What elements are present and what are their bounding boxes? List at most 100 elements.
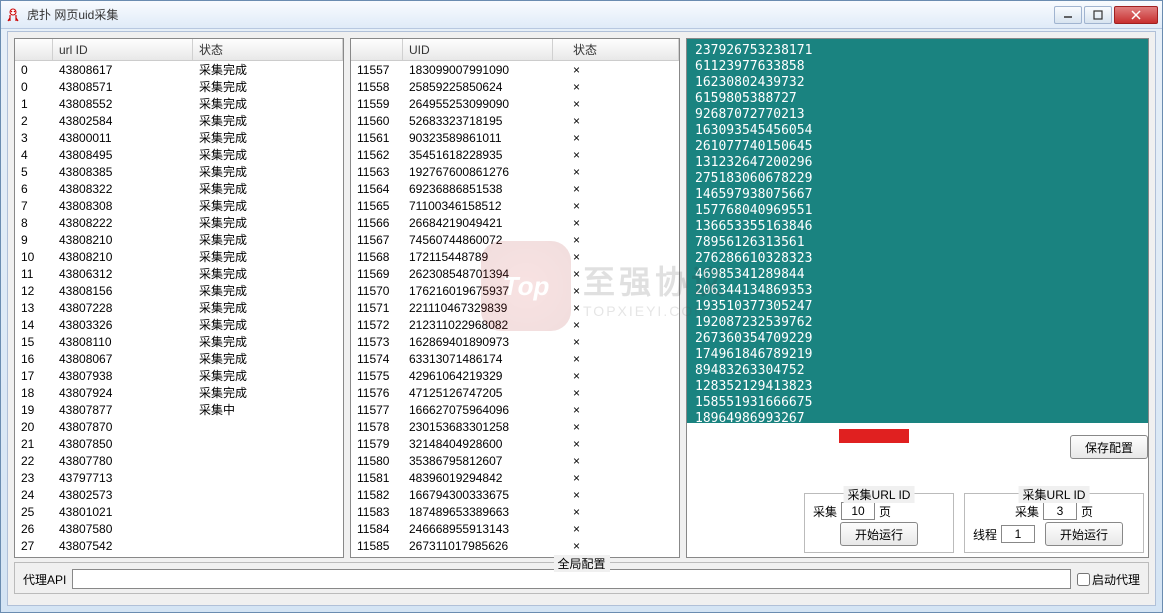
collect-prefix: 采集 — [813, 503, 837, 520]
collect-suffix: 页 — [1081, 503, 1093, 520]
table-row[interactable]: 1543808110采集完成 — [15, 333, 343, 350]
col-idx[interactable] — [15, 39, 53, 60]
table-row[interactable]: 1343807228采集完成 — [15, 299, 343, 316]
table-row[interactable]: 1943807877采集中 — [15, 401, 343, 418]
table-row[interactable]: 1043808210采集完成 — [15, 248, 343, 265]
enable-proxy-check[interactable] — [1077, 573, 1090, 586]
pages-input-1[interactable] — [841, 502, 875, 520]
uid-grid: UID 状态 11557183099007991090×115582585922… — [350, 38, 680, 558]
table-row[interactable]: 2843806909 — [15, 554, 343, 557]
log-line: 78956126313561 — [695, 235, 1140, 251]
save-config-button[interactable]: 保存配置 — [1070, 435, 1148, 459]
right-controls: 保存配置 — [687, 423, 1148, 493]
table-row[interactable]: 2443802573 — [15, 486, 343, 503]
table-row[interactable]: 1156774560744860072× — [351, 231, 679, 248]
col-idx[interactable] — [351, 39, 403, 60]
table-row[interactable]: 1443803326采集完成 — [15, 316, 343, 333]
start-button-1[interactable]: 开始运行 — [840, 522, 918, 546]
table-row[interactable]: 2643807580 — [15, 520, 343, 537]
table-row[interactable]: 2143807850 — [15, 435, 343, 452]
table-row[interactable]: 11585267311017985626× — [351, 537, 679, 554]
collect-prefix: 采集 — [1015, 503, 1039, 520]
titlebar: 虎扑 网页uid采集 — [1, 1, 1162, 29]
table-row[interactable]: 11586275876146109022× — [351, 554, 679, 557]
table-row[interactable]: 043808617采集完成 — [15, 61, 343, 78]
table-row[interactable]: 1157542961064219329× — [351, 367, 679, 384]
table-row[interactable]: 1156571100346158512× — [351, 197, 679, 214]
thread-input[interactable] — [1001, 525, 1035, 543]
table-row[interactable]: 343800011采集完成 — [15, 129, 343, 146]
table-row[interactable]: 11583187489653389663× — [351, 503, 679, 520]
table-row[interactable]: 1157932148404928600× — [351, 435, 679, 452]
table-row[interactable]: 2243807780 — [15, 452, 343, 469]
table-row[interactable]: 1143806312采集完成 — [15, 265, 343, 282]
uid-grid-body[interactable]: 11557183099007991090×1155825859225850624… — [351, 61, 679, 557]
table-row[interactable]: 1158148396019294842× — [351, 469, 679, 486]
table-row[interactable]: 2043807870 — [15, 418, 343, 435]
table-row[interactable]: 1158216679430033367​5× — [351, 486, 679, 503]
table-row[interactable]: 2743807542 — [15, 537, 343, 554]
table-row[interactable]: 1643808067采集完成 — [15, 350, 343, 367]
table-row[interactable]: 1157647125126747205× — [351, 384, 679, 401]
table-row[interactable]: 243802584采集完成 — [15, 112, 343, 129]
table-row[interactable]: 11557183099007991090× — [351, 61, 679, 78]
log-line: 131232647200296 — [695, 155, 1140, 171]
table-row[interactable]: 1157316286940189097​3× — [351, 333, 679, 350]
table-row[interactable]: 1156235451618228935× — [351, 146, 679, 163]
table-row[interactable]: 11572212311022968082× — [351, 316, 679, 333]
maximize-button[interactable] — [1084, 6, 1112, 24]
table-row[interactable]: 1155825859225850624× — [351, 78, 679, 95]
table-row[interactable]: 1157463313071486174× — [351, 350, 679, 367]
table-row[interactable]: 1156469236886851538× — [351, 180, 679, 197]
table-row[interactable]: 1156190323589861011× — [351, 129, 679, 146]
collect-url-group-2: 采集URL ID 采集 页 线程 开始运行 — [964, 493, 1144, 553]
log-terminal[interactable]: 237926753238171611239776338​581623080243… — [687, 39, 1148, 423]
table-row[interactable]: 1243808156采集完成 — [15, 282, 343, 299]
col-status[interactable]: 状态 — [553, 39, 679, 60]
table-row[interactable]: 1843807924采集完成 — [15, 384, 343, 401]
table-row[interactable]: 11571221110467329839× — [351, 299, 679, 316]
table-row[interactable]: 1158035386795812607× — [351, 452, 679, 469]
log-line: 611239776338​58 — [695, 59, 1140, 75]
table-row[interactable]: 11559264955253099090× — [351, 95, 679, 112]
table-row[interactable]: 2343797713 — [15, 469, 343, 486]
col-status[interactable]: 状态 — [193, 39, 343, 60]
minimize-button[interactable] — [1054, 6, 1082, 24]
table-row[interactable]: 11578230153683301258× — [351, 418, 679, 435]
log-line: 193510377305247 — [695, 299, 1140, 315]
table-row[interactable]: 1156626684219049421× — [351, 214, 679, 231]
close-button[interactable] — [1114, 6, 1158, 24]
col-uid[interactable]: UID — [403, 39, 553, 60]
table-row[interactable]: 11568172115448789× — [351, 248, 679, 265]
table-row[interactable]: 1156319276760086127​6× — [351, 163, 679, 180]
start-button-2[interactable]: 开始运行 — [1045, 522, 1123, 546]
table-row[interactable]: 043808571采集完成 — [15, 78, 343, 95]
log-line: 15855193166667​5 — [695, 395, 1140, 411]
enable-proxy-checkbox[interactable]: 启动代理 — [1077, 571, 1140, 588]
log-line: 46985341289844 — [695, 267, 1140, 283]
table-row[interactable]: 943808210采集完成 — [15, 231, 343, 248]
pages-input-2[interactable] — [1043, 502, 1077, 520]
enable-proxy-label: 启动代理 — [1092, 571, 1140, 588]
col-url-id[interactable]: url ID — [53, 39, 193, 60]
log-line: 206344134869353 — [695, 283, 1140, 299]
table-row[interactable]: 1156052683323718195× — [351, 112, 679, 129]
log-line: 6159805388727 — [695, 91, 1140, 107]
table-row[interactable]: 1743807938采集完成 — [15, 367, 343, 384]
table-row[interactable]: 1158424666895591314​3× — [351, 520, 679, 537]
table-row[interactable]: 643808322采集完成 — [15, 180, 343, 197]
table-row[interactable]: 143808552采集完成 — [15, 95, 343, 112]
log-line: 89483263304752 — [695, 363, 1140, 379]
proxy-api-label: 代理API — [23, 571, 66, 588]
table-row[interactable]: 11570176216019675937× — [351, 282, 679, 299]
table-row[interactable]: 11569262308548701394× — [351, 265, 679, 282]
url-grid-body[interactable]: 043808617采集完成043808571采集完成143808552采集完成2… — [15, 61, 343, 557]
table-row[interactable]: 443808495采集完成 — [15, 146, 343, 163]
table-row[interactable]: 2543801021 — [15, 503, 343, 520]
table-row[interactable]: 11577166627075964096× — [351, 401, 679, 418]
proxy-api-input[interactable] — [72, 569, 1071, 589]
table-row[interactable]: 743808308采集完成 — [15, 197, 343, 214]
table-row[interactable]: 843808222采集完成 — [15, 214, 343, 231]
table-row[interactable]: 543808385采集完成 — [15, 163, 343, 180]
collect-url-group-1: 采集URL ID 采集 页 开始运行 — [804, 493, 954, 553]
